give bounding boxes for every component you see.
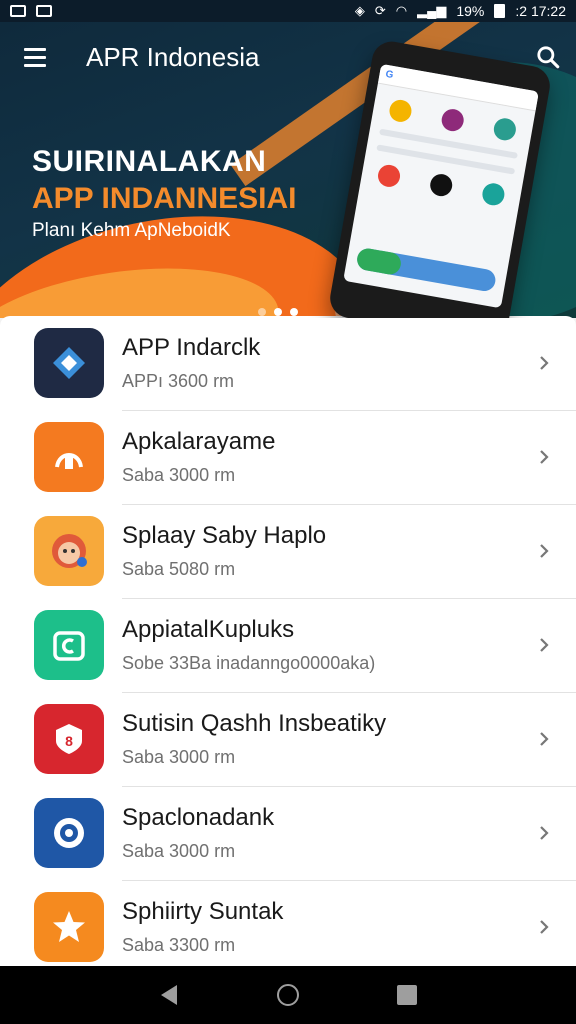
app-meta: Sobe 33Ba inadanngo0000aka) [122,653,376,673]
wifi-icon: ◠ [395,3,408,18]
svg-text:8: 8 [65,733,73,749]
phone-dock [355,246,498,293]
recents-icon [396,985,417,1005]
shield-icon: 8 [34,704,104,774]
hamburger-icon [24,63,46,67]
back-icon [161,985,178,1005]
phone-app-icon [387,98,413,124]
chevron-right-icon [540,920,549,934]
hamburger-icon [24,55,46,59]
search-button[interactable] [520,29,576,85]
bag-icon [34,422,104,492]
chevron-right-icon [540,544,549,558]
chevron-right-icon [540,826,549,840]
app-name: Spaclonadank [122,804,275,831]
list-item[interactable]: AppiatalKupluks Sobe 33Ba inadanngo0000a… [0,598,576,692]
phone-app-icon [492,116,518,143]
list-item[interactable]: Apkalarayame Saba 3000 rm [0,410,576,504]
chrome-icon [375,163,402,189]
diamond-arrows-icon [34,328,104,398]
app-meta: Saba 3300 rm [122,935,236,955]
carousel-dot[interactable] [274,308,282,316]
app-meta: Saba 3000 rm [122,841,236,861]
menu-button[interactable] [0,22,70,92]
star-icon [34,892,104,962]
item-text: APP Indarclk APPı 3600 rm [122,334,516,392]
list-item[interactable]: Sphiirty Suntak Saba 3300 rm [0,880,576,966]
face-icon [34,516,104,586]
app-list: APP Indarclk APPı 3600 rm Apkalarayame S… [0,316,576,966]
phone-screen: G [343,63,539,309]
phone-app-icon [428,172,454,198]
signal-icon: ▂▄▆ [417,3,447,18]
item-text: Splaay Saby Haplo Saba 5080 rm [122,522,516,580]
status-bar: ◈ ⟳ ◠ ▂▄▆ 19% :2 17:22 [0,0,576,22]
app-name: APP Indarclk [122,334,261,361]
item-text: Sphiirty Suntak Saba 3300 rm [122,898,516,956]
app-name: Apkalarayame [122,428,276,455]
search-icon [537,46,560,69]
app-meta: Saba 3000 rm [122,747,236,767]
banner-headline-accent: APP INDANNESIAI [32,182,297,215]
item-text: Sutisin Qashh Insbeatiky Saba 3000 rm [122,710,516,768]
sync-icon: ⟳ [374,3,386,18]
app-meta: APPı 3600 rm [122,371,235,391]
list-item[interactable]: Spaclonadank Saba 3000 rm [0,786,576,880]
item-text: AppiatalKupluks Sobe 33Ba inadanngo0000a… [122,616,516,674]
list-item[interactable]: 8 Sutisin Qashh Insbeatiky Saba 3000 rm [0,692,576,786]
hamburger-icon [24,47,46,51]
chevron-right-icon [540,356,549,370]
recents-button[interactable] [387,975,427,1015]
gear-badge-icon [34,798,104,868]
c-letter-icon [34,610,104,680]
battery-percent: 19% [456,3,485,19]
item-text: Spaclonadank Saba 3000 rm [122,804,516,862]
banner-headline: SUIRINALAKAN [32,145,267,178]
app-name: Splaay Saby Haplo [122,522,327,549]
image-notification-icon [36,5,52,17]
list-item[interactable]: Splaay Saby Haplo Saba 5080 rm [0,504,576,598]
list-item[interactable]: APP Indarclk APPı 3600 rm [0,316,576,410]
app-title: APR Indonesia [86,41,260,72]
status-left [10,5,52,17]
app-meta: Saba 3000 rm [122,465,236,485]
app-name: AppiatalKupluks [122,616,295,643]
call-icon [355,246,403,277]
home-icon [276,984,299,1006]
home-button[interactable] [268,975,308,1015]
carousel-indicator[interactable] [258,308,298,316]
carousel-dot-active[interactable] [290,308,298,316]
screen: ◈ ⟳ ◠ ▂▄▆ 19% :2 17:22 G SUIRINALAKAN AP… [0,0,576,1024]
item-text: Apkalarayame Saba 3000 rm [122,428,516,486]
carousel-dot[interactable] [258,308,266,316]
app-name: Sutisin Qashh Insbeatiky [122,710,387,737]
back-button[interactable] [149,975,189,1015]
system-nav-bar [0,966,576,1024]
location-icon: ◈ [354,3,365,18]
clock: :2 17:22 [515,3,566,19]
status-right: ◈ ⟳ ◠ ▂▄▆ 19% :2 17:22 [355,3,566,19]
chevron-right-icon [540,732,549,746]
notification-icon [10,5,26,17]
app-name: Sphiirty Suntak [122,898,284,925]
chevron-right-icon [540,450,549,464]
chevron-right-icon [540,638,549,652]
phone-app-icon [480,181,507,208]
phone-app-icon [439,107,466,133]
app-meta: Saba 5080 rm [122,559,236,579]
banner-subtitle: Planı Kehm ApNeboidK [32,220,231,241]
app-bar: APR Indonesia [0,22,576,92]
battery-icon [494,4,506,18]
